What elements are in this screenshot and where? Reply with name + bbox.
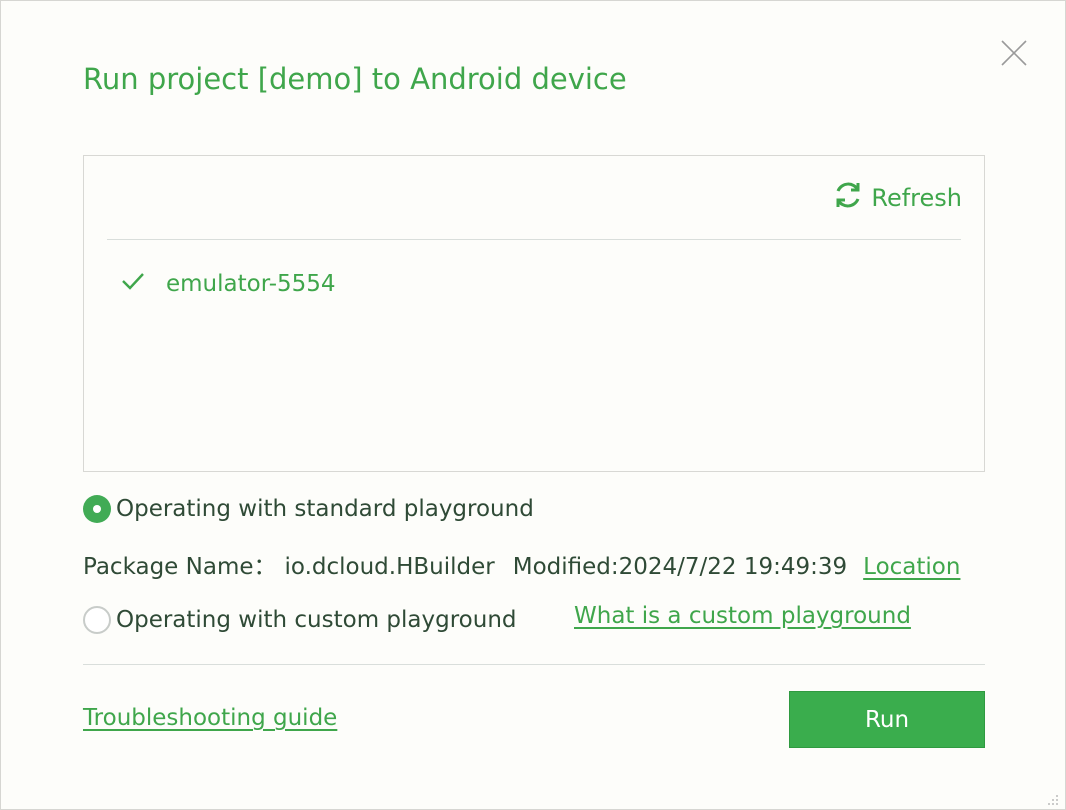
modified-label: Modified: (512, 554, 619, 580)
device-list-panel: Refresh emulator-5554 (83, 155, 985, 472)
custom-playground-radio[interactable] (83, 606, 111, 634)
device-name: emulator-5554 (166, 271, 336, 297)
refresh-button[interactable]: Refresh (831, 178, 962, 218)
run-to-android-dialog: Run project [demo] to Android device Ref… (0, 0, 1066, 810)
resize-grip-icon[interactable] (1047, 791, 1059, 805)
location-link[interactable]: Location (863, 554, 960, 580)
close-icon[interactable] (997, 36, 1031, 70)
package-name-label: Package Name： (83, 554, 277, 580)
custom-playground-label: Operating with custom playground (116, 607, 517, 633)
troubleshooting-guide-link[interactable]: Troubleshooting guide (83, 705, 337, 731)
standard-playground-radio[interactable] (83, 495, 111, 523)
device-item-emulator-5554[interactable]: emulator-5554 (120, 268, 336, 300)
run-button[interactable]: Run (789, 691, 985, 748)
standard-playground-option[interactable]: Operating with standard playground (83, 495, 534, 523)
custom-playground-help-link[interactable]: What is a custom playground (574, 603, 911, 629)
panel-divider (107, 239, 961, 240)
modified-value: 2024/7/22 19:49:39 (618, 554, 848, 580)
package-name-value: io.dcloud.HBuilder (284, 554, 495, 580)
refresh-label: Refresh (871, 184, 962, 212)
custom-playground-option[interactable]: Operating with custom playground (83, 606, 517, 634)
package-info-row: Package Name： io.dcloud.HBuilder Modifie… (83, 547, 960, 581)
standard-playground-label: Operating with standard playground (116, 496, 534, 522)
checkmark-icon (120, 268, 146, 300)
dialog-title: Run project [demo] to Android device (83, 62, 627, 96)
refresh-icon (831, 178, 865, 218)
footer-divider (83, 664, 985, 665)
